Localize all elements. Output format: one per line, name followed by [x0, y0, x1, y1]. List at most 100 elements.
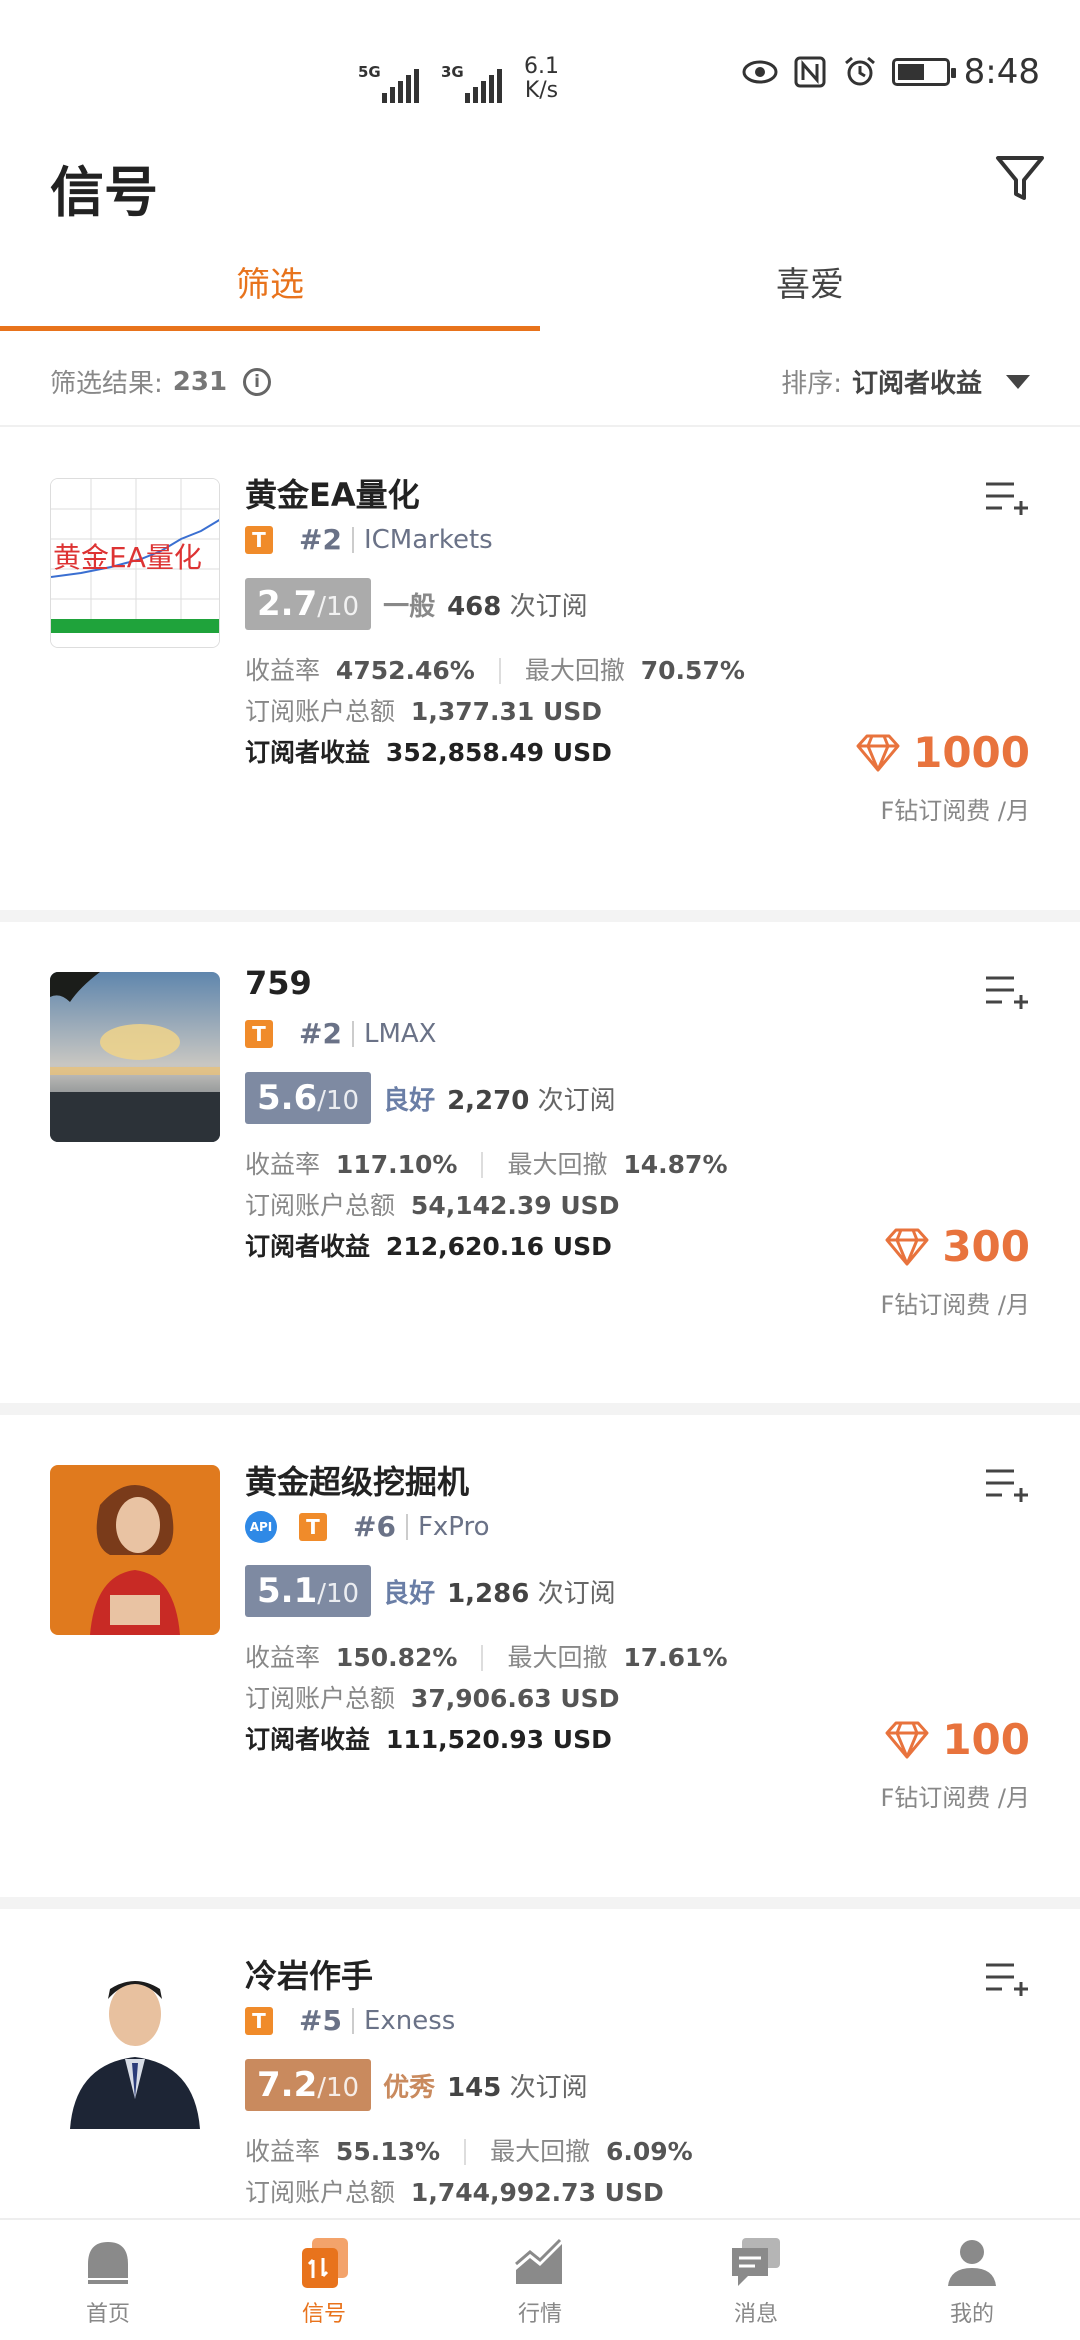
rating-label: 良好 — [383, 1085, 436, 1116]
signal-thumbnail: 黄金EA量化 — [50, 478, 220, 648]
equity-chart-image: 黄金EA量化 — [51, 479, 219, 647]
eye-icon — [742, 60, 778, 84]
account-total: 1,744,992.73 USD — [410, 2178, 664, 2207]
divider — [0, 1403, 1080, 1415]
score-badge: 5.6/10 — [245, 1072, 372, 1124]
rating-label: 优秀 — [383, 2072, 436, 2103]
subscription-price[interactable]: 100 F钻订阅费 /月 — [880, 1715, 1030, 1813]
signal-title[interactable]: 冷岩作手 — [245, 1951, 373, 1997]
tab-filter[interactable]: 筛选 — [0, 245, 540, 335]
subscriber-profit: 212,620.16 USD — [385, 1232, 612, 1261]
subscription-count: 1,286 次订阅 — [447, 1578, 616, 1609]
score-badge: 5.1/10 — [245, 1565, 372, 1617]
nav-signal[interactable]: 信号 — [216, 2220, 432, 2340]
add-to-list-icon[interactable] — [984, 478, 1028, 518]
divider — [0, 910, 1080, 922]
diamond-icon — [885, 1721, 929, 1758]
t-badge: T — [245, 1019, 273, 1048]
portrait-image — [50, 1465, 220, 1635]
diamond-icon — [856, 734, 900, 771]
result-bar: 筛选结果: 231 i 排序: 订阅者收益 — [0, 345, 1080, 427]
app-header: 信号 — [0, 140, 1080, 240]
subscriber-profit: 352,858.49 USD — [385, 738, 612, 767]
svg-text:黄金EA量化: 黄金EA量化 — [53, 541, 202, 574]
caret-down-icon — [1006, 374, 1030, 389]
score-row: 5.6/10 良好 2,270 次订阅 — [245, 1072, 616, 1124]
status-bar: 5G 3G 6.1 K/s 8:48 — [0, 0, 1080, 140]
message-icon — [732, 2238, 780, 2286]
add-to-list-icon[interactable] — [984, 1465, 1028, 1505]
signal-stats: 收益率 150.82% 最大回撤 17.61% 订阅账户总额 37,906.63… — [245, 1637, 728, 1760]
diamond-icon — [885, 1228, 929, 1265]
account-total: 37,906.63 USD — [410, 1684, 620, 1713]
result-count: 筛选结果: 231 i — [50, 363, 272, 400]
score-row: 7.2/10 优秀 145 次订阅 — [245, 2059, 588, 2111]
signal-stats: 收益率 55.13% 最大回撤 6.09% 订阅账户总额 1,744,992.7… — [245, 2131, 693, 2213]
home-icon — [88, 2242, 128, 2284]
return-rate: 4752.46% — [335, 656, 475, 685]
sunset-beach-image — [50, 972, 220, 1142]
account-total: 1,377.31 USD — [410, 697, 603, 726]
nav-market[interactable]: 行情 — [432, 2220, 648, 2340]
signal-card[interactable]: 冷岩作手 T #5 Exness 7.2/10 优秀 145 次订阅 收益率 5… — [0, 1909, 1080, 2218]
alarm-icon — [844, 56, 875, 86]
nfc-icon — [794, 56, 826, 88]
signal-thumbnail — [50, 1959, 220, 2129]
subscription-count: 145 次订阅 — [447, 2072, 588, 2103]
subscription-price[interactable]: 1000 F钻订阅费 /月 — [855, 728, 1030, 826]
signal-meta: T #2 ICMarkets — [245, 523, 493, 556]
rank: #2 — [299, 523, 342, 556]
tab-bar: 筛选 喜爱 — [0, 245, 1080, 335]
broker: ICMarkets — [363, 524, 493, 555]
signal-card[interactable]: 759 T #2 LMAX 5.6/10 良好 2,270 次订阅 收益率 11… — [0, 922, 1080, 1417]
signal-icon — [302, 2238, 348, 2288]
t-badge: T — [245, 2006, 273, 2035]
network-speed: 6.1 K/s — [524, 54, 559, 103]
score-row: 5.1/10 良好 1,286 次订阅 — [245, 1565, 616, 1617]
signal-title[interactable]: 黄金超级挖掘机 — [245, 1457, 469, 1503]
add-to-list-icon[interactable] — [984, 972, 1028, 1012]
signal-5g-icon: 5G — [358, 63, 419, 103]
nav-profile[interactable]: 我的 — [864, 2220, 1080, 2340]
rating-label: 一般 — [383, 591, 436, 622]
broker: LMAX — [363, 1018, 437, 1049]
account-total: 54,142.39 USD — [410, 1191, 620, 1220]
signal-thumbnail — [50, 1465, 220, 1635]
score-row: 2.7/10 一般 468 次订阅 — [245, 578, 588, 630]
signal-3g-icon: 3G — [441, 63, 502, 103]
max-drawdown: 70.57% — [640, 656, 745, 685]
add-to-list-icon[interactable] — [984, 1959, 1028, 1999]
nav-home[interactable]: 首页 — [0, 2220, 216, 2340]
signal-stats: 收益率 117.10% 最大回撤 14.87% 订阅账户总额 54,142.39… — [245, 1144, 728, 1267]
network-indicators: 5G 3G 6.1 K/s — [358, 55, 559, 103]
score-badge: 2.7/10 — [245, 578, 372, 630]
max-drawdown: 6.09% — [605, 2137, 693, 2166]
tab-favorites[interactable]: 喜爱 — [540, 245, 1080, 335]
info-icon[interactable]: i — [243, 367, 272, 396]
nav-messages[interactable]: 消息 — [648, 2220, 864, 2340]
bottom-nav: 首页 信号 行情 消息 我的 — [0, 2218, 1080, 2340]
subscription-count: 468 次订阅 — [447, 591, 588, 622]
return-rate: 117.10% — [335, 1150, 458, 1179]
score-badge: 7.2/10 — [245, 2059, 372, 2111]
signal-meta: T #2 LMAX — [245, 1017, 436, 1050]
signal-title[interactable]: 黄金EA量化 — [245, 470, 420, 516]
signal-card[interactable]: 黄金超级挖掘机 API T #6 FxPro 5.1/10 良好 1,286 次… — [0, 1415, 1080, 1910]
page-title: 信号 — [50, 161, 158, 224]
divider — [0, 1897, 1080, 1909]
rank: #6 — [353, 1510, 396, 1543]
broker: FxPro — [417, 1511, 490, 1542]
t-badge: T — [299, 1512, 327, 1541]
api-badge: API — [245, 1510, 277, 1543]
sort-selector[interactable]: 排序: 订阅者收益 — [781, 363, 1030, 400]
clock: 8:48 — [963, 52, 1040, 92]
signal-meta: API T #6 FxPro — [245, 1510, 490, 1543]
signal-card[interactable]: 黄金EA量化 黄金EA量化 T #2 ICMarkets 2.7/10 一般 4… — [0, 428, 1080, 923]
subscriber-profit: 111,520.93 USD — [385, 1725, 612, 1754]
subscription-price[interactable]: 300 F钻订阅费 /月 — [880, 1222, 1030, 1320]
filter-icon[interactable] — [990, 148, 1050, 208]
portrait-image — [50, 1959, 220, 2129]
signal-stats: 收益率 4752.46% 最大回撤 70.57% 订阅账户总额 1,377.31… — [245, 650, 745, 773]
signal-title[interactable]: 759 — [245, 964, 312, 1002]
signal-thumbnail — [50, 972, 220, 1142]
